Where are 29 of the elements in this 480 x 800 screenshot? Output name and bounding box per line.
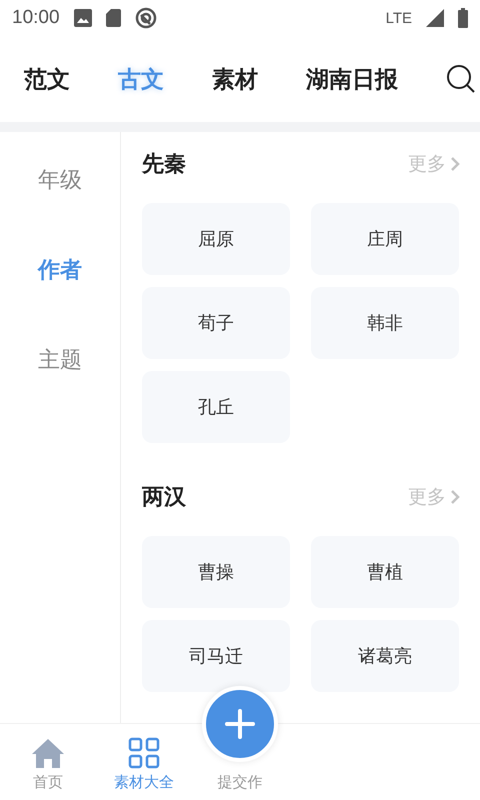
signal-icon xyxy=(426,9,444,27)
grid-icon xyxy=(128,737,160,769)
author-tile[interactable]: 荀子 xyxy=(142,287,290,359)
sidebar-item[interactable]: 年级 xyxy=(0,135,120,225)
author-tile[interactable]: 韩非 xyxy=(311,287,459,359)
chevron-icon xyxy=(450,156,460,172)
category-tab[interactable]: 湖南日报 xyxy=(306,64,398,94)
author-tile[interactable]: 曹操 xyxy=(142,536,290,608)
no-sync-icon xyxy=(134,7,157,29)
category-tab[interactable]: 范文 xyxy=(24,64,70,94)
author-tile[interactable]: 孔丘 xyxy=(142,371,290,443)
plus-icon xyxy=(224,708,256,740)
search-icon[interactable] xyxy=(446,64,476,94)
image-icon xyxy=(74,9,92,27)
status-time: 10:00 xyxy=(12,7,60,29)
author-tile[interactable]: 诸葛亮 xyxy=(311,620,459,692)
home-icon xyxy=(31,737,65,769)
network-type: LTE xyxy=(386,10,412,26)
author-tile[interactable]: 司马迁 xyxy=(142,620,290,692)
section-title: 先秦 xyxy=(142,151,186,179)
sd-card-icon xyxy=(106,9,121,27)
section-title: 两汉 xyxy=(142,484,186,512)
author-tile[interactable]: 屈原 xyxy=(142,203,290,275)
battery-icon xyxy=(458,8,468,28)
author-tile[interactable]: 曹植 xyxy=(311,536,459,608)
category-tab[interactable]: 素材 xyxy=(212,64,258,94)
author-tile[interactable]: 庄周 xyxy=(311,203,459,275)
sidebar-item[interactable]: 主题 xyxy=(0,315,120,405)
chevron-icon xyxy=(450,489,460,505)
